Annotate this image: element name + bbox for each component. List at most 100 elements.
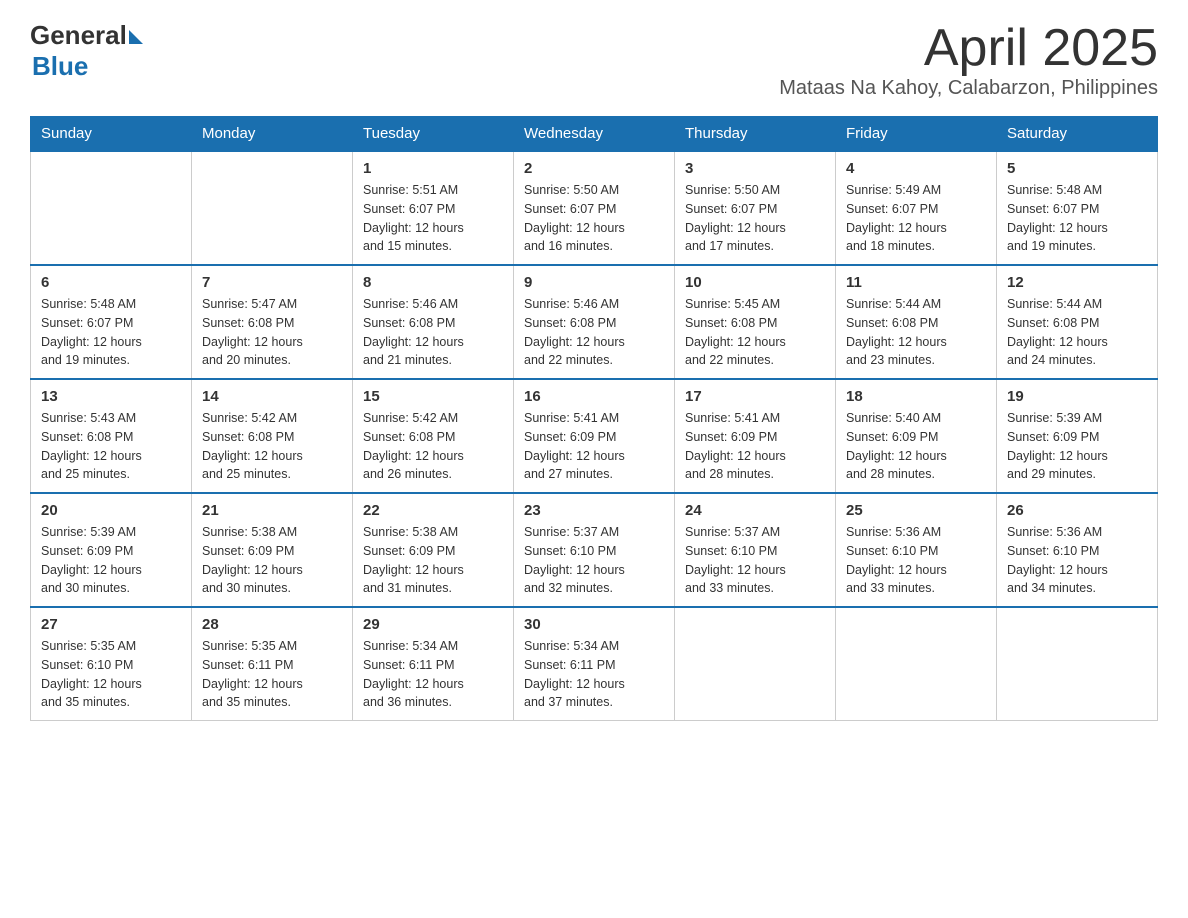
day-number: 13: [41, 388, 181, 405]
title-area: April 2025 Mataas Na Kahoy, Calabarzon, …: [779, 20, 1158, 100]
calendar-cell: 2 Sunrise: 5:50 AMSunset: 6:07 PMDaylight…: [514, 151, 675, 265]
weekday-header-saturday: Saturday: [997, 117, 1158, 152]
day-number: 11: [846, 274, 986, 291]
day-info: Sunrise: 5:43 AMSunset: 6:08 PMDaylight:…: [41, 409, 181, 484]
day-number: 5: [1007, 160, 1147, 177]
day-info: Sunrise: 5:38 AMSunset: 6:09 PMDaylight:…: [363, 523, 503, 598]
day-info: Sunrise: 5:44 AMSunset: 6:08 PMDaylight:…: [1007, 295, 1147, 370]
day-number: 26: [1007, 502, 1147, 519]
calendar-cell: [675, 607, 836, 721]
weekday-header-wednesday: Wednesday: [514, 117, 675, 152]
calendar-cell: 23Sunrise: 5:37 AMSunset: 6:10 PMDayligh…: [514, 493, 675, 607]
calendar-cell: 1 Sunrise: 5:51 AMSunset: 6:07 PMDaylight…: [353, 151, 514, 265]
day-info: Sunrise: 5:49 AMSunset: 6:07 PMDaylight:…: [846, 181, 986, 256]
calendar-cell: 8 Sunrise: 5:46 AMSunset: 6:08 PMDaylight…: [353, 265, 514, 379]
logo-general: General: [30, 20, 127, 51]
day-number: 2: [524, 160, 664, 177]
day-number: 30: [524, 616, 664, 633]
day-number: 12: [1007, 274, 1147, 291]
calendar-table: SundayMondayTuesdayWednesdayThursdayFrid…: [30, 116, 1158, 721]
day-number: 28: [202, 616, 342, 633]
day-info: Sunrise: 5:48 AMSunset: 6:07 PMDaylight:…: [41, 295, 181, 370]
day-number: 6: [41, 274, 181, 291]
day-info: Sunrise: 5:51 AMSunset: 6:07 PMDaylight:…: [363, 181, 503, 256]
calendar-cell: 14 Sunrise: 5:42 AMSunset: 6:08 PMDayligh…: [192, 379, 353, 493]
calendar-cell: 28 Sunrise: 5:35 AMSunset: 6:11 PMDayligh…: [192, 607, 353, 721]
calendar-cell: 18Sunrise: 5:40 AMSunset: 6:09 PMDayligh…: [836, 379, 997, 493]
calendar-cell: 6 Sunrise: 5:48 AMSunset: 6:07 PMDaylight…: [31, 265, 192, 379]
calendar-cell: 19Sunrise: 5:39 AMSunset: 6:09 PMDayligh…: [997, 379, 1158, 493]
day-info: Sunrise: 5:38 AMSunset: 6:09 PMDaylight:…: [202, 523, 342, 598]
logo-blue: Blue: [32, 51, 143, 82]
day-info: Sunrise: 5:42 AMSunset: 6:08 PMDaylight:…: [202, 409, 342, 484]
day-info: Sunrise: 5:46 AMSunset: 6:08 PMDaylight:…: [524, 295, 664, 370]
calendar-cell: [997, 607, 1158, 721]
day-info: Sunrise: 5:41 AMSunset: 6:09 PMDaylight:…: [685, 409, 825, 484]
day-number: 15: [363, 388, 503, 405]
day-number: 29: [363, 616, 503, 633]
day-info: Sunrise: 5:47 AMSunset: 6:08 PMDaylight:…: [202, 295, 342, 370]
calendar-cell: 26Sunrise: 5:36 AMSunset: 6:10 PMDayligh…: [997, 493, 1158, 607]
calendar-cell: [836, 607, 997, 721]
day-number: 1: [363, 160, 503, 177]
day-info: Sunrise: 5:36 AMSunset: 6:10 PMDaylight:…: [846, 523, 986, 598]
weekday-header-monday: Monday: [192, 117, 353, 152]
calendar-cell: 22Sunrise: 5:38 AMSunset: 6:09 PMDayligh…: [353, 493, 514, 607]
day-number: 7: [202, 274, 342, 291]
calendar-location: Mataas Na Kahoy, Calabarzon, Philippines: [779, 77, 1158, 100]
day-info: Sunrise: 5:46 AMSunset: 6:08 PMDaylight:…: [363, 295, 503, 370]
calendar-title: April 2025: [779, 20, 1158, 77]
calendar-cell: 30 Sunrise: 5:34 AMSunset: 6:11 PMDayligh…: [514, 607, 675, 721]
day-info: Sunrise: 5:37 AMSunset: 6:10 PMDaylight:…: [685, 523, 825, 598]
day-info: Sunrise: 5:48 AMSunset: 6:07 PMDaylight:…: [1007, 181, 1147, 256]
calendar-cell: 11 Sunrise: 5:44 AMSunset: 6:08 PMDayligh…: [836, 265, 997, 379]
weekday-header-thursday: Thursday: [675, 117, 836, 152]
calendar-cell: 10 Sunrise: 5:45 AMSunset: 6:08 PMDayligh…: [675, 265, 836, 379]
day-info: Sunrise: 5:39 AMSunset: 6:09 PMDaylight:…: [1007, 409, 1147, 484]
calendar-cell: 24Sunrise: 5:37 AMSunset: 6:10 PMDayligh…: [675, 493, 836, 607]
day-number: 21: [202, 502, 342, 519]
day-info: Sunrise: 5:44 AMSunset: 6:08 PMDaylight:…: [846, 295, 986, 370]
day-number: 3: [685, 160, 825, 177]
calendar-cell: 16 Sunrise: 5:41 AMSunset: 6:09 PMDayligh…: [514, 379, 675, 493]
day-number: 14: [202, 388, 342, 405]
day-number: 18: [846, 388, 986, 405]
weekday-header-friday: Friday: [836, 117, 997, 152]
day-info: Sunrise: 5:41 AMSunset: 6:09 PMDaylight:…: [524, 409, 664, 484]
logo: General Blue: [30, 20, 143, 82]
calendar-cell: [31, 151, 192, 265]
day-info: Sunrise: 5:50 AMSunset: 6:07 PMDaylight:…: [524, 181, 664, 256]
week-row-3: 13 Sunrise: 5:43 AMSunset: 6:08 PMDayligh…: [31, 379, 1158, 493]
day-info: Sunrise: 5:42 AMSunset: 6:08 PMDaylight:…: [363, 409, 503, 484]
calendar-cell: 25 Sunrise: 5:36 AMSunset: 6:10 PMDayligh…: [836, 493, 997, 607]
calendar-cell: 12 Sunrise: 5:44 AMSunset: 6:08 PMDayligh…: [997, 265, 1158, 379]
weekday-header-tuesday: Tuesday: [353, 117, 514, 152]
calendar-cell: 13 Sunrise: 5:43 AMSunset: 6:08 PMDayligh…: [31, 379, 192, 493]
day-number: 4: [846, 160, 986, 177]
calendar-cell: 17 Sunrise: 5:41 AMSunset: 6:09 PMDayligh…: [675, 379, 836, 493]
day-info: Sunrise: 5:37 AMSunset: 6:10 PMDaylight:…: [524, 523, 664, 598]
calendar-cell: 29Sunrise: 5:34 AMSunset: 6:11 PMDayligh…: [353, 607, 514, 721]
day-number: 25: [846, 502, 986, 519]
calendar-cell: 27Sunrise: 5:35 AMSunset: 6:10 PMDayligh…: [31, 607, 192, 721]
day-info: Sunrise: 5:45 AMSunset: 6:08 PMDaylight:…: [685, 295, 825, 370]
day-number: 17: [685, 388, 825, 405]
weekday-header-sunday: Sunday: [31, 117, 192, 152]
calendar-cell: 21 Sunrise: 5:38 AMSunset: 6:09 PMDayligh…: [192, 493, 353, 607]
calendar-cell: 4 Sunrise: 5:49 AMSunset: 6:07 PMDaylight…: [836, 151, 997, 265]
day-info: Sunrise: 5:35 AMSunset: 6:10 PMDaylight:…: [41, 637, 181, 712]
week-row-5: 27Sunrise: 5:35 AMSunset: 6:10 PMDayligh…: [31, 607, 1158, 721]
day-number: 16: [524, 388, 664, 405]
calendar-cell: [192, 151, 353, 265]
calendar-cell: 15 Sunrise: 5:42 AMSunset: 6:08 PMDayligh…: [353, 379, 514, 493]
day-number: 10: [685, 274, 825, 291]
logo-triangle-icon: [129, 30, 143, 44]
week-row-2: 6 Sunrise: 5:48 AMSunset: 6:07 PMDaylight…: [31, 265, 1158, 379]
day-number: 8: [363, 274, 503, 291]
week-row-1: 1 Sunrise: 5:51 AMSunset: 6:07 PMDaylight…: [31, 151, 1158, 265]
day-number: 20: [41, 502, 181, 519]
header: General Blue April 2025 Mataas Na Kahoy,…: [30, 20, 1158, 100]
calendar-cell: 7 Sunrise: 5:47 AMSunset: 6:08 PMDaylight…: [192, 265, 353, 379]
day-info: Sunrise: 5:35 AMSunset: 6:11 PMDaylight:…: [202, 637, 342, 712]
day-info: Sunrise: 5:34 AMSunset: 6:11 PMDaylight:…: [524, 637, 664, 712]
